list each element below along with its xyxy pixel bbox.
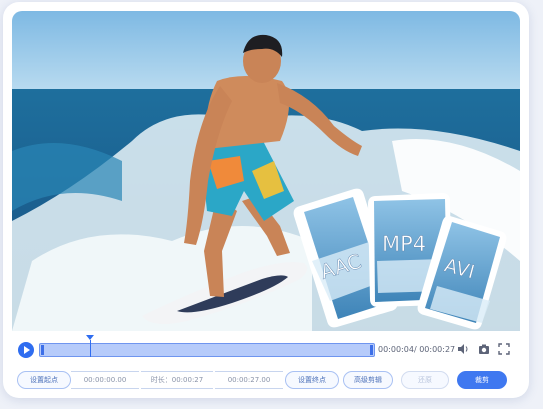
fullscreen-icon[interactable] xyxy=(498,343,510,355)
advanced-cut-button[interactable]: 高级剪辑 xyxy=(343,371,393,389)
timeline-end-handle[interactable] xyxy=(370,345,373,355)
cut-button[interactable]: 裁剪 xyxy=(457,371,507,389)
playhead-line xyxy=(89,340,91,357)
start-time-field[interactable]: 00:00:00.00 xyxy=(71,371,139,389)
duration-field: 时长：00:00:27 xyxy=(141,371,213,389)
reset-button[interactable]: 还原 xyxy=(401,371,449,389)
current-time: 00:00:04 xyxy=(378,345,414,354)
format-label-mp4: MP4 xyxy=(382,232,426,256)
playback-controls: 00:00:04/ 00:00:27 xyxy=(12,335,520,363)
cut-toolbar: 设置起点 00:00:00.00 时长：00:00:27 00:00:27.00… xyxy=(17,371,517,389)
volume-icon[interactable] xyxy=(457,343,469,355)
set-start-button[interactable]: 设置起点 xyxy=(17,371,71,389)
total-time: 00:00:27 xyxy=(419,345,456,354)
timeline-start-handle[interactable] xyxy=(41,345,44,355)
surfer-scene: AAC MP4 AVI xyxy=(12,11,520,331)
set-end-button[interactable]: 设置终点 xyxy=(285,371,339,389)
camera-icon[interactable] xyxy=(478,343,490,355)
end-time-field[interactable]: 00:00:27.00 xyxy=(215,371,283,389)
time-readout: 00:00:04/ 00:00:27 xyxy=(378,345,455,354)
video-cutter-card: AAC MP4 AVI 00:00:04/ 00:00:27 设置起点 00:0… xyxy=(3,2,529,398)
play-button[interactable] xyxy=(18,342,34,358)
video-preview[interactable]: AAC MP4 AVI xyxy=(12,11,520,331)
